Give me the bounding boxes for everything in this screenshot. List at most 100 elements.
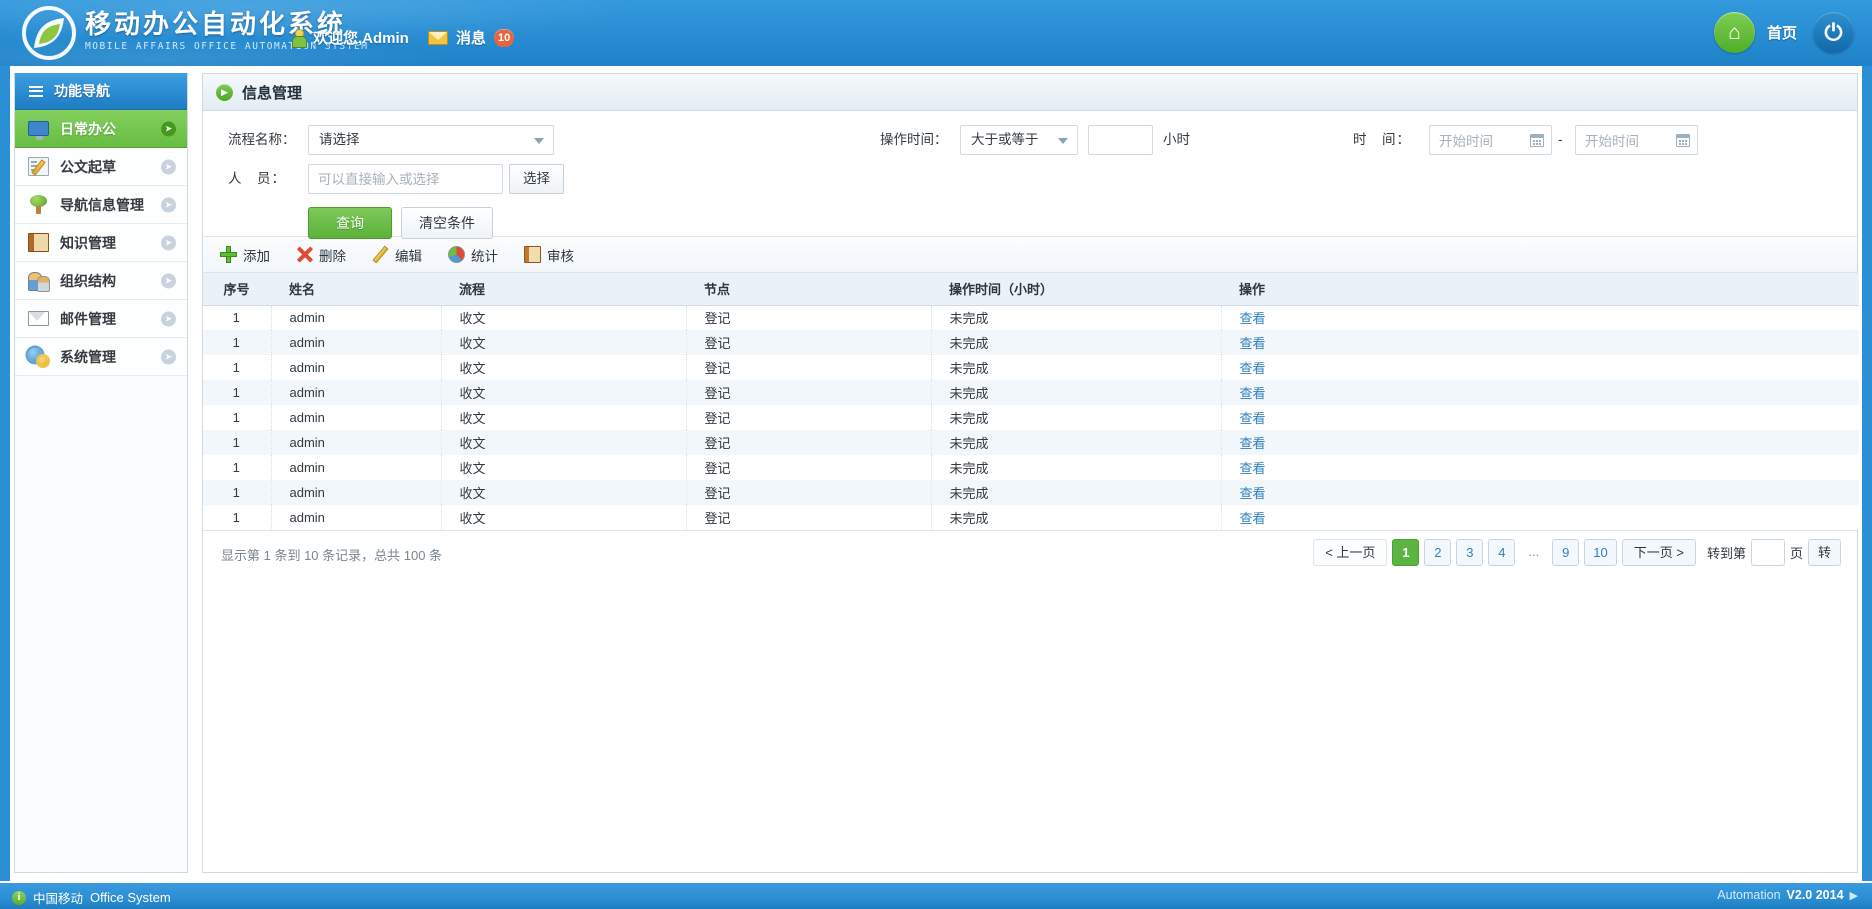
welcome-label: 欢迎您,Admin — [313, 30, 409, 47]
chevron-right-icon: ➤ — [161, 235, 176, 250]
column-header-name: 姓名 — [271, 273, 441, 306]
application-root: 移动办公自动化系统 MOBILE AFFAIRS OFFICE AUTOMATI… — [0, 0, 1872, 909]
reset-button[interactable]: 清空条件 — [401, 207, 493, 239]
sidebar-item-knowledge[interactable]: 知识管理 ➤ — [15, 224, 187, 262]
view-link[interactable]: 查看 — [1240, 311, 1266, 326]
table-row[interactable]: 1 admin 收文 登记 未完成 查看 — [203, 505, 1859, 530]
power-icon: ⏻ — [1824, 19, 1843, 45]
record-optime-cell: 未完成 — [931, 380, 1222, 405]
play-circle-icon: ▶ — [216, 83, 233, 101]
sidebar-item-organization[interactable]: 组织结构 ➤ — [15, 262, 187, 300]
view-link[interactable]: 查看 — [1240, 361, 1266, 376]
calendar-icon[interactable] — [1676, 133, 1690, 147]
goto-page-input[interactable] — [1750, 539, 1785, 566]
logout-button[interactable]: ⏻ — [1813, 12, 1854, 53]
sidebar-item-navigation-info[interactable]: 导航信息管理 ➤ — [15, 186, 187, 224]
page-button-3[interactable]: 3 — [1456, 539, 1484, 566]
page-button-1[interactable]: 1 — [1392, 539, 1420, 566]
time-start-field[interactable]: 开始时间 — [1429, 125, 1552, 155]
footer-right: Automation V2.0 2014 ▶ — [1717, 888, 1858, 902]
sidebar-title: 功能导航 — [54, 83, 110, 99]
page-ellipsis: ... — [1528, 544, 1540, 559]
record-node-cell: 登记 — [686, 405, 932, 430]
view-link[interactable]: 查看 — [1240, 336, 1266, 351]
home-label[interactable]: 首页 — [1767, 22, 1797, 43]
page-button-10[interactable]: 10 — [1584, 539, 1617, 566]
page-button-4[interactable]: 4 — [1488, 539, 1516, 566]
operation-time-label: 操作时间： — [880, 132, 948, 147]
table-row[interactable]: 1 admin 收文 登记 未完成 查看 — [203, 330, 1859, 355]
process-name-select[interactable]: 请选择 — [308, 125, 554, 155]
record-action-cell: 查看 — [1221, 430, 1859, 455]
record-action-cell: 查看 — [1221, 355, 1859, 380]
table-row[interactable]: 1 admin 收文 登记 未完成 查看 — [203, 430, 1859, 455]
table-row[interactable]: 1 admin 收文 登记 未完成 查看 — [203, 480, 1859, 505]
calendar-icon[interactable] — [1530, 133, 1544, 147]
sidebar-item-mail[interactable]: 邮件管理 ➤ — [15, 300, 187, 338]
table-row[interactable]: 1 admin 收文 登记 未完成 查看 — [203, 305, 1859, 330]
view-link[interactable]: 查看 — [1240, 511, 1266, 526]
delete-button[interactable]: 删除 — [296, 245, 346, 265]
goto-page-button[interactable]: 转 — [1807, 539, 1841, 566]
table-row[interactable]: 1 admin 收文 登记 未完成 查看 — [203, 405, 1859, 430]
view-link[interactable]: 查看 — [1240, 461, 1266, 476]
edit-button[interactable]: 编辑 — [372, 245, 422, 265]
record-node-cell: 登记 — [686, 480, 932, 505]
view-link[interactable]: 查看 — [1240, 386, 1266, 401]
plus-icon — [220, 246, 237, 263]
hamburger-icon — [29, 85, 43, 97]
envelope-icon — [428, 30, 448, 45]
sidebar-item-document-draft[interactable]: 公文起草 ➤ — [15, 148, 187, 186]
record-seq-cell: 1 — [203, 330, 272, 355]
table-footer: 显示第 1 条到 10 条记录，总共 100 条 < 上一页 1 2 3 4 .… — [203, 530, 1857, 578]
table-row[interactable]: 1 admin 收文 登记 未完成 查看 — [203, 380, 1859, 405]
view-link[interactable]: 查看 — [1240, 411, 1266, 426]
statistics-button[interactable]: 统计 — [448, 245, 498, 265]
view-link[interactable]: 查看 — [1240, 486, 1266, 501]
records-table: 序号 姓名 流程 节点 操作时间（小时） 操作 1 admin 收文 登记 未完成 查看 1… — [203, 273, 1859, 530]
audit-button-label: 审核 — [547, 248, 574, 264]
table-row[interactable]: 1 admin 收文 登记 未完成 查看 — [203, 455, 1859, 480]
panel-title-bar: ▶ 信息管理 — [203, 74, 1857, 111]
record-optime-cell: 未完成 — [931, 355, 1222, 380]
record-optime-cell: 未完成 — [931, 505, 1222, 530]
record-action-cell: 查看 — [1221, 405, 1859, 430]
record-seq-cell: 1 — [203, 430, 272, 455]
time-end-field[interactable]: 开始时间 — [1575, 125, 1698, 155]
document-pencil-icon — [28, 157, 49, 176]
record-name-cell: admin — [271, 405, 442, 430]
sidebar-item-daily-office[interactable]: 日常办公 ➤ — [15, 110, 187, 148]
person-input[interactable] — [308, 164, 503, 194]
time-start-placeholder: 开始时间 — [1439, 134, 1493, 149]
record-action-cell: 查看 — [1221, 305, 1859, 330]
operation-time-hours-input[interactable] — [1088, 125, 1153, 155]
view-link[interactable]: 查看 — [1240, 436, 1266, 451]
message-link[interactable]: 消息 10 — [428, 27, 515, 48]
add-button[interactable]: 添加 — [220, 245, 270, 265]
record-seq-cell: 1 — [203, 480, 272, 505]
search-button-label: 查询 — [336, 215, 364, 231]
users-icon — [28, 271, 50, 292]
prev-page-button[interactable]: < 上一页 — [1313, 539, 1388, 566]
record-seq-cell: 1 — [203, 380, 272, 405]
record-node-cell: 登记 — [686, 430, 932, 455]
record-node-cell: 登记 — [686, 505, 932, 530]
table-row[interactable]: 1 admin 收文 登记 未完成 查看 — [203, 355, 1859, 380]
page-button-9[interactable]: 9 — [1552, 539, 1580, 566]
record-seq-cell: 1 — [203, 405, 272, 430]
audit-button[interactable]: 审核 — [524, 245, 574, 265]
next-page-button[interactable]: 下一页 > — [1621, 539, 1696, 566]
search-button[interactable]: 查询 — [308, 207, 392, 239]
record-optime-cell: 未完成 — [931, 455, 1222, 480]
page-button-2[interactable]: 2 — [1424, 539, 1452, 566]
person-select-button[interactable]: 选择 — [509, 164, 564, 194]
chevron-right-icon: ➤ — [161, 349, 176, 364]
sidebar-item-system[interactable]: 系统管理 ➤ — [15, 338, 187, 376]
pencil-icon — [372, 246, 389, 263]
operation-time-operator-select[interactable]: 大于或等于 — [960, 125, 1078, 155]
record-seq-cell: 1 — [203, 355, 272, 380]
gears-icon — [28, 347, 49, 366]
home-button[interactable]: ⌂ — [1713, 12, 1755, 53]
record-name-cell: admin — [271, 480, 442, 505]
operation-time-operator-value: 大于或等于 — [971, 132, 1039, 147]
